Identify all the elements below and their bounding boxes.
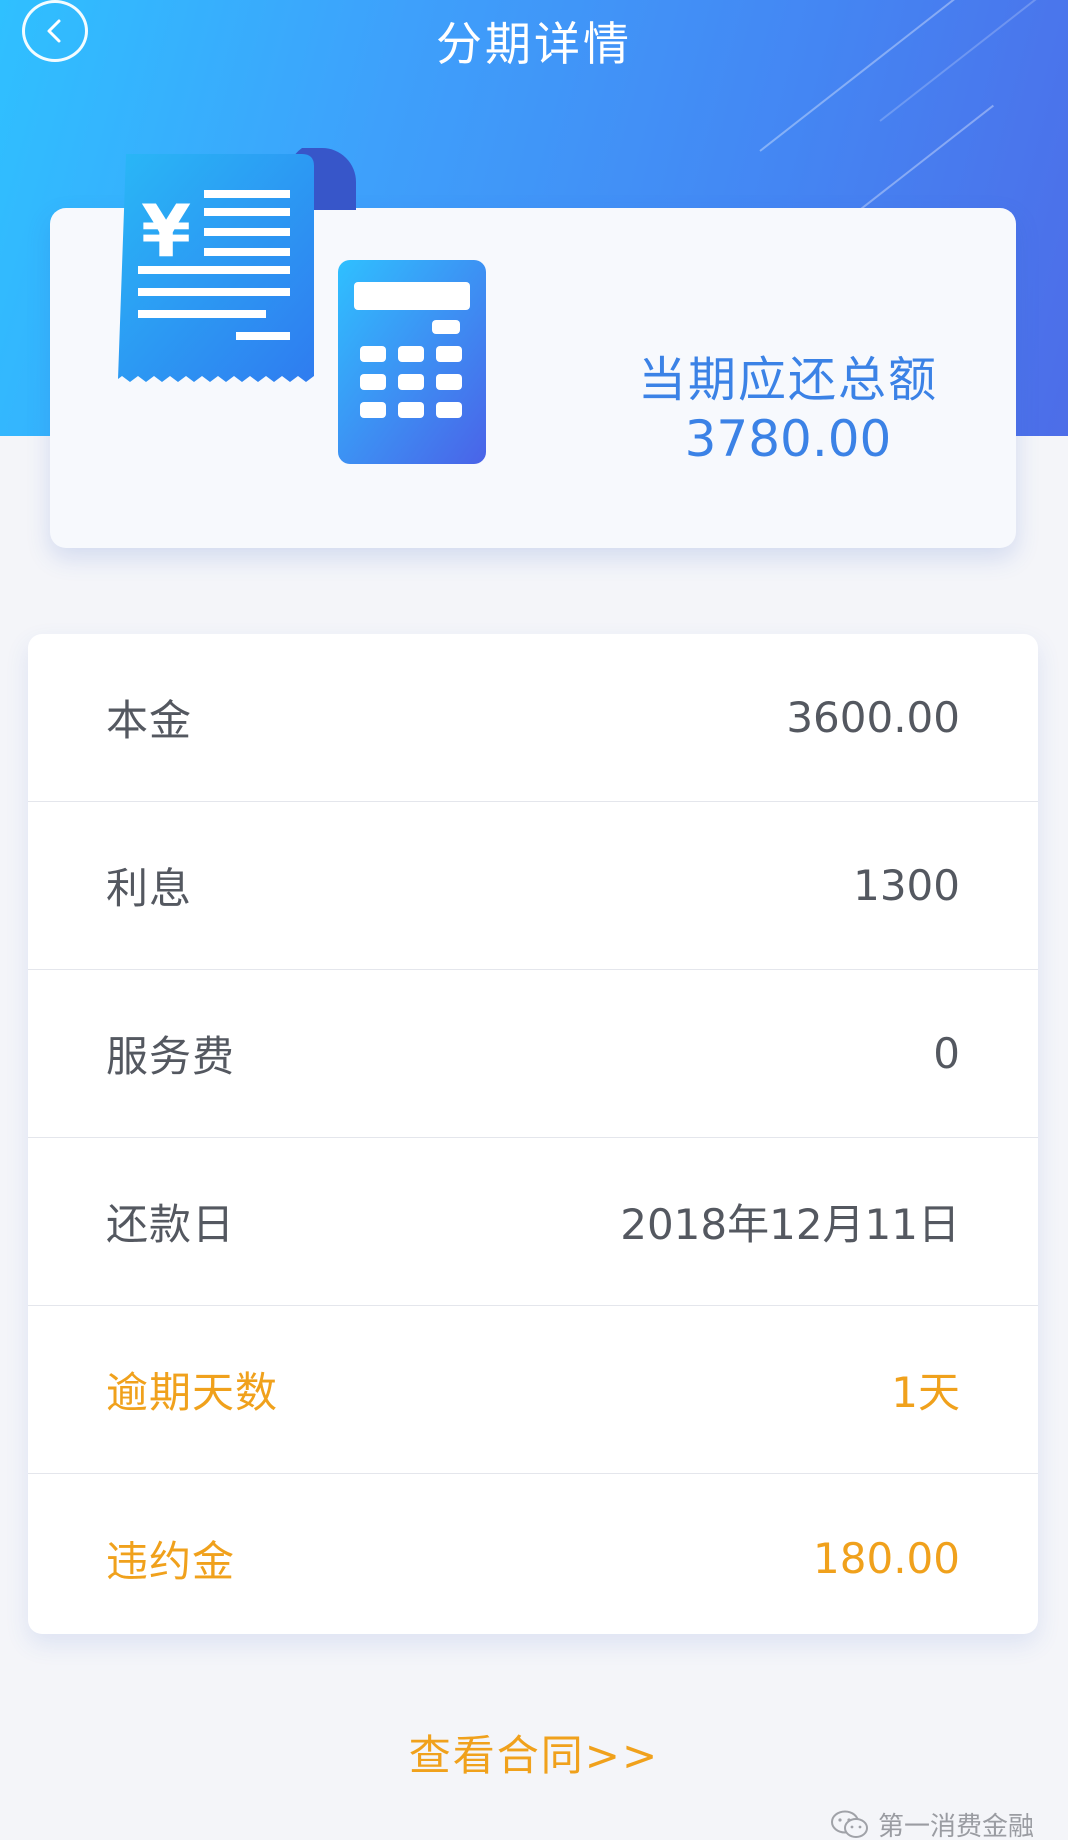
detail-row-penalty: 违约金 180.00 [28, 1474, 1038, 1634]
detail-value: 0 [933, 1029, 960, 1078]
svg-text:¥: ¥ [141, 189, 191, 273]
view-contract-link[interactable]: 查看合同>> [0, 1722, 1068, 1783]
page-title: 分期详情 [436, 17, 632, 71]
detail-row-principal: 本金 3600.00 [28, 634, 1038, 802]
detail-label: 逾期天数 [106, 1368, 279, 1417]
detail-list: 本金 3600.00 利息 1300 服务费 0 还款日 2018年12月11日… [28, 634, 1038, 1634]
detail-value: 2018年12月11日 [620, 1200, 960, 1249]
receipt-calculator-illustration: ¥ [118, 148, 486, 464]
detail-row-overdue-days: 逾期天数 1天 [28, 1306, 1038, 1474]
detail-label: 本金 [106, 696, 193, 745]
detail-label: 还款日 [106, 1200, 236, 1249]
wechat-icon [830, 1810, 868, 1838]
detail-value: 1300 [853, 861, 960, 910]
summary-label: 当期应还总额 [637, 352, 938, 408]
detail-value: 180.00 [813, 1533, 960, 1583]
detail-row-interest: 利息 1300 [28, 802, 1038, 970]
summary-amount: 3780.00 [684, 410, 892, 468]
detail-row-due-date: 还款日 2018年12月11日 [28, 1138, 1038, 1306]
detail-row-service-fee: 服务费 0 [28, 970, 1038, 1138]
detail-label: 违约金 [106, 1536, 236, 1586]
detail-label: 服务费 [106, 1032, 236, 1081]
detail-label: 利息 [106, 864, 193, 913]
detail-value: 1天 [891, 1368, 960, 1417]
watermark-text: 第一消费金融 [877, 1812, 1034, 1840]
watermark: 第一消费金融 [830, 1806, 1034, 1840]
detail-value: 3600.00 [786, 693, 960, 742]
